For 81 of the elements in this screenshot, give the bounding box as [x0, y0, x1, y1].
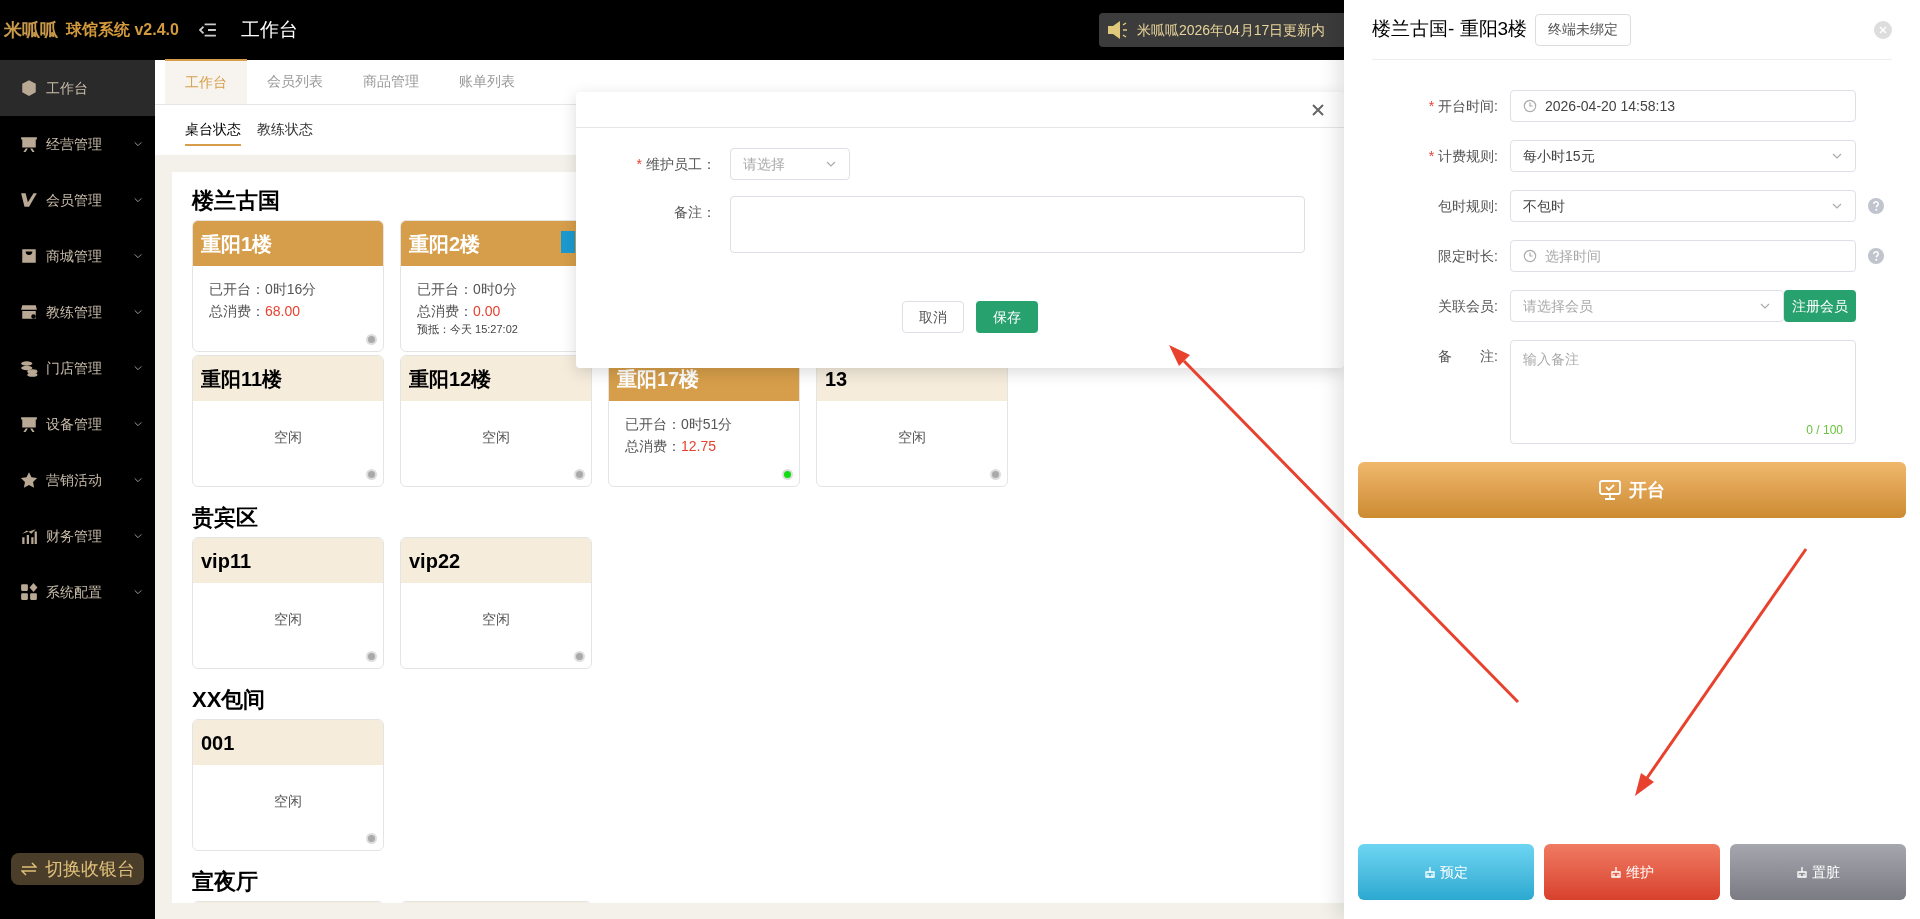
- table-card[interactable]: 重阳11楼 空闲: [192, 355, 384, 487]
- sub-tab[interactable]: 桌台状态: [185, 114, 241, 146]
- table-name: 重阳11楼: [201, 366, 283, 392]
- field-label: 限定时长:: [1438, 246, 1498, 266]
- table-name: 001: [201, 730, 235, 756]
- table-name: 重阳2楼: [409, 231, 481, 257]
- sub-tab[interactable]: 教练状态: [257, 114, 313, 146]
- idle-status-text: 空闲: [274, 428, 302, 447]
- broom-icon: [1610, 866, 1622, 878]
- store-icon: [20, 303, 38, 321]
- note-textarea[interactable]: [730, 196, 1305, 253]
- star-icon: [20, 471, 38, 489]
- help-icon[interactable]: [1868, 248, 1884, 264]
- field-label: 开台时间:: [1438, 96, 1498, 116]
- table-name: vip22: [409, 548, 461, 574]
- required-mark: *: [1428, 146, 1435, 166]
- datetime-field[interactable]: 2026-04-20 14:58:13: [1510, 90, 1856, 122]
- broom-icon: [1424, 866, 1436, 878]
- table-card[interactable]: vip11 空闲: [192, 537, 384, 669]
- chart-board-icon: [20, 135, 38, 153]
- reserve-time-text: 预抵：今天 15:27:02: [417, 322, 519, 336]
- help-icon[interactable]: [1868, 198, 1884, 214]
- idle-status-text: 空闲: [482, 610, 510, 629]
- bag-icon: [20, 247, 38, 265]
- clock-icon: [1523, 99, 1537, 113]
- v-letter-icon: [20, 191, 38, 209]
- sidebar-item[interactable]: 工作台: [0, 60, 155, 116]
- table-name: vip11: [201, 548, 252, 574]
- terminal-tag: 终端未绑定: [1535, 13, 1632, 46]
- area-title: XX包间: [192, 685, 266, 714]
- area-title: 楼兰古国: [192, 186, 280, 215]
- monitor-check-icon: [1599, 480, 1621, 500]
- table-card[interactable]: vip22 空闲: [400, 537, 592, 669]
- char-counter: 0 / 100: [1806, 422, 1843, 439]
- product-name: 球馆系统 v2.4.0: [66, 20, 179, 40]
- open-time-text: 已开台：0时16分: [209, 280, 318, 299]
- cube-icon: [20, 79, 38, 97]
- field-label: 备 注:: [1438, 346, 1498, 366]
- logo: 米呱呱: [4, 19, 58, 42]
- total-cost-text: 总消费：12.75: [625, 437, 718, 456]
- required-mark: *: [636, 154, 642, 174]
- table-name: 重阳12楼: [409, 366, 492, 392]
- required-mark: *: [1428, 96, 1435, 116]
- table-name: 13: [825, 366, 848, 392]
- speaker-icon: [1107, 20, 1129, 40]
- clock-icon: [1523, 249, 1537, 263]
- drawer-title: 楼兰古国- 重阳3楼: [1372, 17, 1528, 42]
- menu-fold-icon[interactable]: [198, 21, 217, 39]
- chart-board-icon: [20, 415, 38, 433]
- table-card[interactable]: 重阳12楼 空闲: [400, 355, 592, 487]
- field-label: 维护员工：: [646, 154, 716, 174]
- swap-icon: [20, 862, 37, 876]
- field-label: 计费规则:: [1438, 146, 1498, 166]
- idle-status-text: 空闲: [274, 792, 302, 811]
- notice-text: 米呱呱2026年04月17日更新内: [1137, 20, 1326, 40]
- field-label: 包时规则:: [1438, 196, 1498, 216]
- cancel-button[interactable]: 取消: [902, 301, 964, 333]
- area-title: 贵宾区: [192, 503, 258, 532]
- table-name: 重阳1楼: [201, 231, 273, 257]
- idle-status-text: 空闲: [898, 428, 926, 447]
- idle-status-text: 空闲: [274, 610, 302, 629]
- field-label: 备注：: [674, 202, 716, 222]
- select-field[interactable]: 每小时15元: [1510, 140, 1856, 172]
- coins-icon: [20, 359, 38, 377]
- open-time-text: 已开台：0时51分: [625, 415, 734, 434]
- total-cost-text: 总消费：0.00: [417, 302, 502, 321]
- grid-icon: [20, 583, 38, 601]
- switch-cashier-button[interactable]: 切换收银台: [11, 853, 144, 885]
- bar-chart-icon: [20, 527, 38, 545]
- table-card[interactable]: 重阳1楼 已开台：0时16分 总消费：68.00: [192, 220, 384, 352]
- close-icon[interactable]: [1312, 103, 1324, 116]
- open-time-text: 已开台：0时0分: [417, 280, 518, 299]
- broom-icon: [1796, 866, 1808, 878]
- idle-status-text: 空闲: [482, 428, 510, 447]
- area-title: 宣夜厅: [192, 867, 258, 896]
- total-cost-text: 总消费：68.00: [209, 302, 302, 321]
- table-card[interactable]: 001 空闲: [192, 719, 384, 851]
- page-title: 工作台: [240, 17, 298, 42]
- field-label: 关联会员:: [1438, 296, 1498, 316]
- select-field[interactable]: 不包时: [1510, 190, 1856, 222]
- table-name: 重阳17楼: [617, 366, 700, 392]
